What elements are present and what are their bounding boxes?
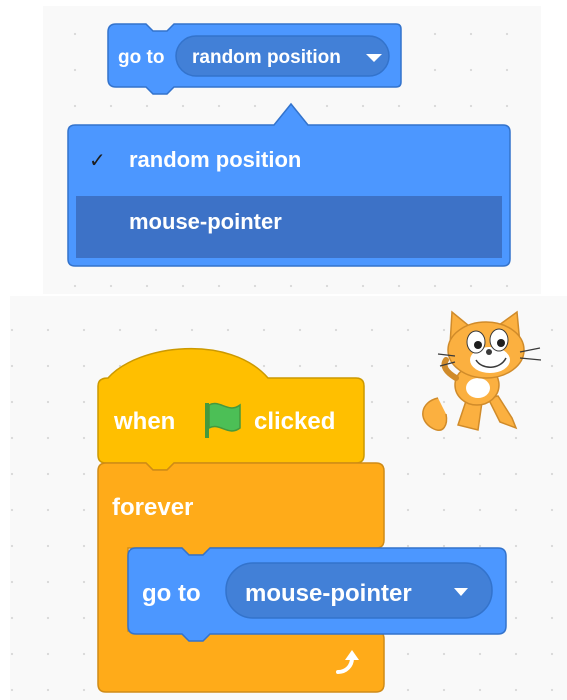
go-to-block[interactable]: go to random position (107, 23, 402, 95)
forever-label: forever (112, 494, 193, 521)
go-to-mouse-pointer-block[interactable]: go to mouse-pointer (127, 547, 507, 642)
go-to-label: go to (142, 580, 201, 607)
scratch-canvas: go to random position ✓ random position … (67, 23, 542, 693)
scratch-cat-sprite (422, 310, 542, 431)
clicked-label: clicked (254, 408, 335, 435)
menu-option-label: mouse-pointer (129, 209, 282, 234)
menu-option-mouse-pointer[interactable]: mouse-pointer (76, 196, 502, 258)
menu-option-label: random position (129, 147, 301, 172)
dropdown-menu: ✓ random position mouse-pointer (67, 102, 511, 267)
dropdown-value: random position (192, 47, 341, 68)
target-dropdown[interactable]: mouse-pointer (225, 562, 493, 619)
when-flag-clicked-block[interactable]: when clicked (97, 347, 365, 471)
check-icon: ✓ (89, 150, 106, 172)
when-label: when (113, 408, 175, 435)
go-to-label: go to (118, 47, 164, 68)
dropdown-value: mouse-pointer (245, 580, 412, 607)
target-dropdown[interactable]: random position (175, 35, 390, 77)
